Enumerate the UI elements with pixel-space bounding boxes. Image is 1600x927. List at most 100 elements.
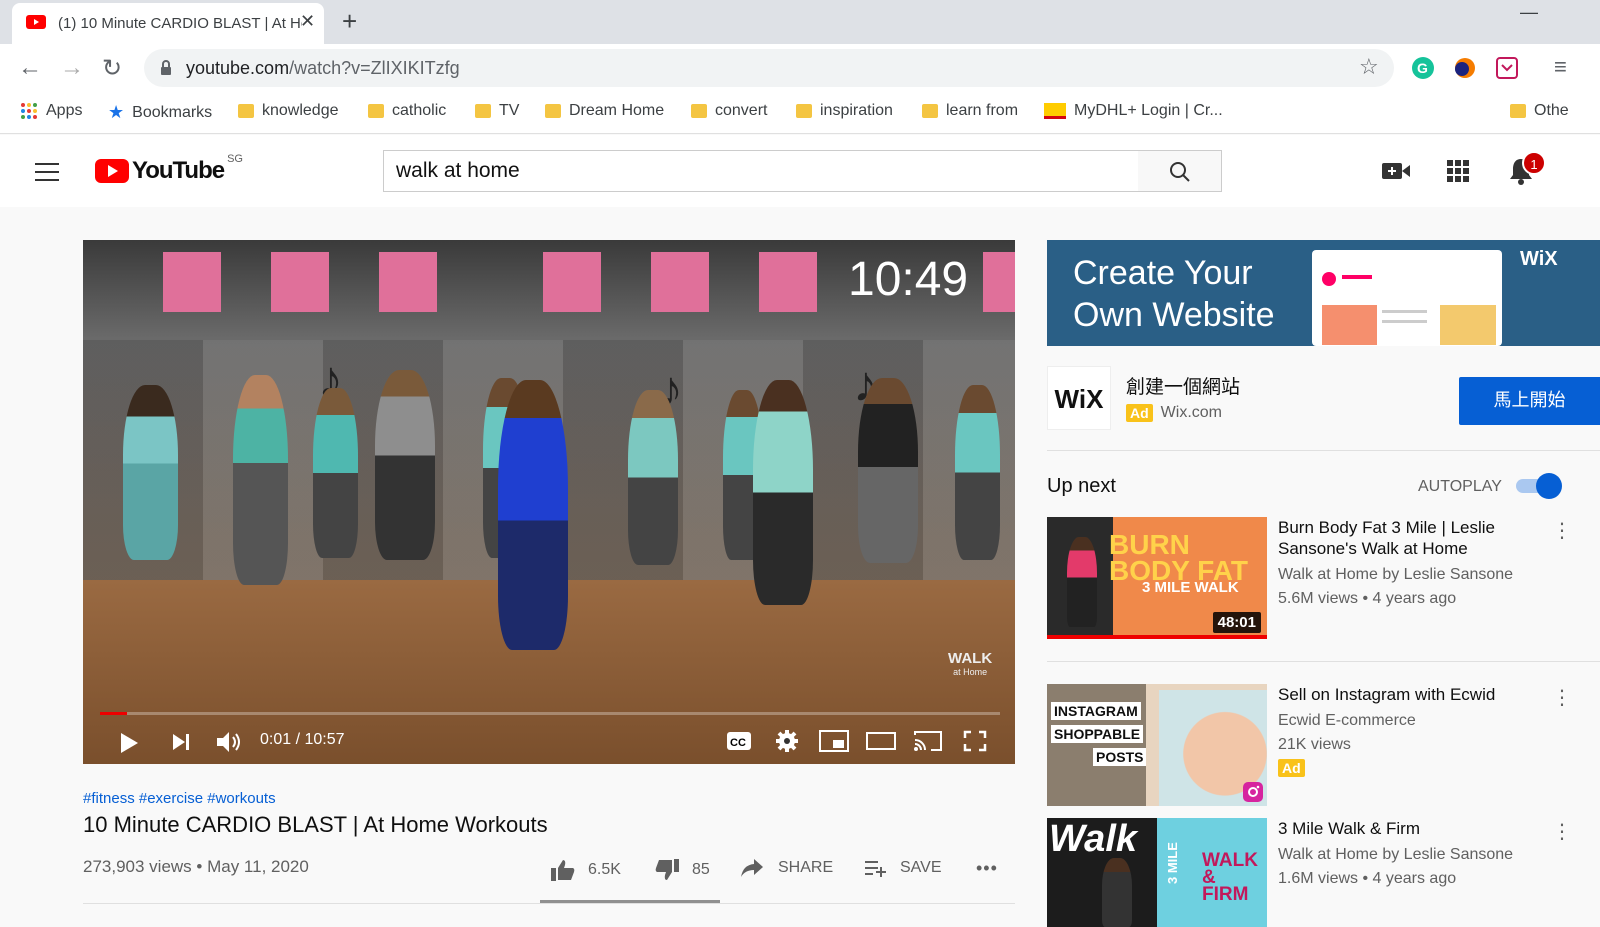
forward-icon[interactable]: → — [60, 54, 84, 82]
thumbnail-text: INSTAGRAM — [1051, 702, 1141, 720]
rec-channel[interactable]: Walk at Home by Leslie Sansone — [1278, 843, 1578, 867]
apps-icon[interactable] — [1447, 160, 1469, 182]
folder-icon — [475, 104, 491, 118]
workout-timer-overlay: 10:49 — [848, 253, 969, 306]
bookmark-label: convert — [715, 102, 768, 119]
settings-gear-icon[interactable] — [775, 729, 799, 753]
cast-icon[interactable] — [913, 729, 943, 753]
region-code: SG — [227, 153, 243, 165]
like-button[interactable]: 6.5K — [550, 858, 621, 882]
channel-watermark[interactable]: WALK at Home — [948, 650, 992, 677]
thumbs-up-icon — [551, 860, 575, 881]
extension-orb-icon[interactable] — [1454, 57, 1476, 79]
rec-title[interactable]: Sell on Instagram with Ecwid — [1278, 684, 1548, 705]
video-player[interactable]: ♪ ♪ ♪ 10:49 WALK at Home 0:01 / 10:57 CC — [83, 240, 1015, 764]
bookmark-label: MyDHL+ Login | Cr... — [1074, 102, 1223, 119]
more-vertical-icon[interactable]: ⋮ — [1552, 518, 1572, 543]
search-icon — [1170, 162, 1190, 182]
folder-icon — [691, 104, 707, 118]
hashtags[interactable]: #fitness #exercise #workouts — [83, 790, 276, 807]
bookmark-apps[interactable]: Apps — [20, 102, 82, 120]
hamburger-menu-icon[interactable] — [35, 163, 59, 181]
add-to-playlist-icon — [865, 861, 886, 877]
save-button[interactable]: SAVE — [864, 858, 942, 878]
set-decoration — [759, 252, 817, 312]
bookmark-other[interactable]: Othe — [1510, 102, 1569, 120]
rec-thumbnail[interactable]: BURN BODY FAT 3 MILE WALK 48:01 — [1047, 517, 1267, 639]
bookmark-bookmarks[interactable]: ★ Bookmarks — [108, 102, 212, 123]
save-label: SAVE — [900, 859, 942, 876]
bookmark-learn-from[interactable]: learn from — [922, 102, 1018, 120]
bookmark-label: Othe — [1534, 102, 1569, 119]
share-button[interactable]: SHARE — [740, 858, 833, 878]
rec-thumbnail[interactable]: Walk 3 MILE WALK & FIRM — [1047, 818, 1267, 927]
pocket-extension-icon[interactable] — [1496, 57, 1518, 79]
captions-icon[interactable]: CC — [726, 730, 752, 752]
view-count-date: 273,903 views • May 11, 2020 — [83, 857, 309, 876]
set-decoration — [379, 252, 437, 312]
browser-menu-icon[interactable]: ≡ — [1554, 54, 1567, 80]
autoplay-toggle-knob[interactable] — [1536, 473, 1562, 499]
fullscreen-icon[interactable] — [963, 730, 987, 752]
apps-grid-icon — [21, 103, 37, 119]
dancer — [498, 380, 568, 650]
dancer — [628, 390, 678, 565]
new-tab-icon[interactable]: + — [342, 6, 357, 37]
bookmark-mydhl[interactable]: MyDHL+ Login | Cr... — [1044, 102, 1223, 120]
bookmark-label: TV — [499, 102, 520, 119]
search-button[interactable] — [1138, 150, 1222, 192]
grammarly-extension-icon[interactable]: G — [1412, 57, 1434, 79]
rec-title[interactable]: Burn Body Fat 3 Mile | Leslie Sansone's … — [1278, 517, 1548, 559]
url-domain: youtube.com — [186, 58, 290, 78]
share-label: SHARE — [778, 859, 834, 876]
ad-cta-button[interactable]: 馬上開始 — [1459, 377, 1600, 425]
ad-title[interactable]: 創建一個網站 — [1126, 372, 1240, 399]
minimize-icon[interactable]: — — [1520, 2, 1538, 23]
youtube-logo[interactable]: YouTube SG — [95, 153, 243, 185]
star-icon[interactable]: ☆ — [1359, 54, 1379, 80]
dislike-button[interactable]: 85 — [654, 858, 710, 882]
bookmark-tv[interactable]: TV — [475, 102, 519, 120]
search-box — [383, 150, 1139, 192]
bookmark-convert[interactable]: convert — [691, 102, 767, 120]
rec-channel[interactable]: Walk at Home by Leslie Sansone — [1278, 563, 1578, 587]
up-next-heading: Up next — [1047, 475, 1116, 497]
reload-icon[interactable]: ↻ — [102, 54, 122, 83]
rec-channel[interactable]: Ecwid E-commerce — [1278, 709, 1578, 733]
bookmark-dream-home[interactable]: Dream Home — [545, 102, 664, 120]
rec-title[interactable]: 3 Mile Walk & Firm — [1278, 818, 1548, 839]
instagram-icon — [1243, 782, 1263, 802]
more-vertical-icon[interactable]: ⋮ — [1552, 685, 1572, 710]
bookmark-knowledge[interactable]: knowledge — [238, 102, 339, 120]
ad-logo[interactable]: WiX — [1047, 366, 1111, 430]
create-video-icon[interactable] — [1382, 161, 1410, 181]
browser-tab[interactable]: (1) 10 Minute CARDIO BLAST | At Home Wor… — [12, 3, 324, 44]
browser-toolbar: ← → ↻ youtube.com/watch?v=ZlIXIKITzfg ☆ … — [0, 44, 1600, 92]
rec-thumbnail[interactable]: INSTAGRAM SHOPPABLE POSTS — [1047, 684, 1267, 806]
thumbnail-text: Walk — [1049, 818, 1138, 860]
ad-banner[interactable]: Create Your Own Website WiX — [1047, 240, 1600, 346]
dancer — [753, 380, 813, 605]
more-vertical-icon[interactable]: ⋮ — [1552, 819, 1572, 844]
thumbnail-figure — [1102, 858, 1132, 927]
bookmark-label: Apps — [46, 102, 83, 119]
progress-bar[interactable] — [100, 712, 1000, 715]
volume-icon[interactable] — [215, 730, 243, 754]
play-icon[interactable] — [119, 732, 139, 754]
next-icon[interactable] — [171, 733, 191, 751]
more-actions-button[interactable]: ••• — [976, 858, 998, 879]
bookmark-inspiration[interactable]: inspiration — [796, 102, 893, 120]
theater-mode-icon[interactable] — [866, 732, 896, 750]
bookmark-catholic[interactable]: catholic — [368, 102, 446, 120]
search-input[interactable] — [396, 159, 1116, 183]
rec-stats: 1.6M views • 4 years ago — [1278, 870, 1457, 887]
youtube-play-logo-icon — [95, 159, 129, 183]
folder-icon — [922, 104, 938, 118]
address-bar[interactable]: youtube.com/watch?v=ZlIXIKITzfg ☆ — [144, 49, 1394, 87]
star-filled-icon: ★ — [108, 102, 125, 122]
back-icon[interactable]: ← — [18, 54, 42, 82]
rec-stats: 21K views — [1278, 736, 1351, 753]
close-tab-icon[interactable]: ✕ — [300, 11, 315, 32]
bookmark-label: learn from — [946, 102, 1019, 119]
miniplayer-icon[interactable] — [819, 730, 849, 752]
